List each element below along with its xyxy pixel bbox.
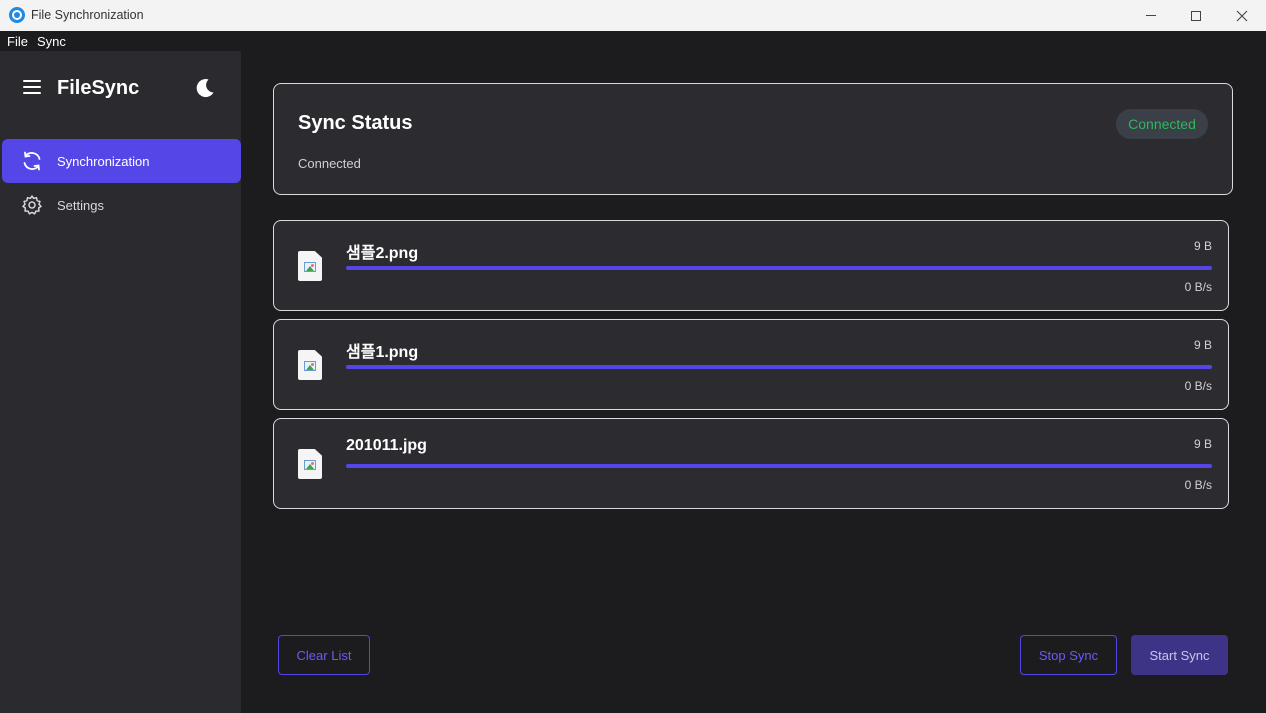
file-item: 샘플1.png 9 B 0 B/s — [273, 319, 1229, 410]
window-title: File Synchronization — [31, 8, 144, 22]
hamburger-menu-icon[interactable] — [23, 80, 41, 94]
image-file-icon — [298, 350, 322, 380]
sidebar-item-label: Settings — [57, 198, 104, 213]
progress-fill — [346, 365, 1212, 369]
start-sync-button[interactable]: Start Sync — [1131, 635, 1228, 675]
close-button[interactable] — [1219, 0, 1265, 31]
title-bar: File Synchronization — [0, 0, 1266, 31]
minimize-icon — [1146, 15, 1156, 16]
app-icon — [9, 7, 25, 23]
progress-bar — [346, 365, 1212, 369]
progress-fill — [346, 266, 1212, 270]
file-speed: 0 B/s — [1184, 478, 1212, 492]
sync-icon — [21, 150, 43, 172]
maximize-icon — [1191, 10, 1201, 21]
minimize-button[interactable] — [1128, 0, 1174, 31]
file-item: 201011.jpg 9 B 0 B/s — [273, 418, 1229, 509]
clear-list-button[interactable]: Clear List — [278, 635, 370, 675]
file-size: 9 B — [1193, 338, 1212, 352]
status-subtitle: Connected — [298, 156, 361, 171]
menu-bar: File Sync — [0, 31, 1266, 51]
progress-bar — [346, 266, 1212, 270]
file-size: 9 B — [1193, 437, 1212, 451]
image-file-icon — [298, 251, 322, 281]
menu-file[interactable]: File — [7, 34, 28, 49]
file-speed: 0 B/s — [1184, 280, 1212, 294]
gear-icon — [21, 194, 43, 216]
stop-sync-button[interactable]: Stop Sync — [1020, 635, 1117, 675]
close-icon — [1236, 10, 1248, 21]
file-size: 9 B — [1193, 239, 1212, 253]
sidebar-item-settings[interactable]: Settings — [2, 183, 241, 227]
file-speed: 0 B/s — [1184, 379, 1212, 393]
maximize-button[interactable] — [1173, 0, 1219, 31]
sync-status-card: Sync Status Connected Connected — [273, 83, 1233, 195]
file-name: 샘플1.png — [346, 344, 419, 361]
file-item: 샘플2.png 9 B 0 B/s — [273, 220, 1229, 311]
file-name: 201011.jpg — [346, 437, 427, 454]
sidebar-item-label: Synchronization — [57, 154, 150, 169]
file-name: 샘플2.png — [346, 245, 419, 262]
brand-title: FileSync — [57, 77, 140, 99]
progress-bar — [346, 464, 1212, 468]
sidebar-item-synchronization[interactable]: Synchronization — [2, 139, 241, 183]
progress-fill — [346, 464, 1212, 468]
status-title: Sync Status — [298, 112, 413, 134]
menu-sync[interactable]: Sync — [37, 34, 66, 49]
status-badge: Connected — [1116, 109, 1208, 139]
main-content: Sync Status Connected Connected 샘플2.png … — [241, 51, 1266, 713]
image-file-icon — [298, 449, 322, 479]
sidebar: FileSync Synchronization Settings — [0, 51, 241, 713]
dark-mode-toggle-icon[interactable] — [194, 77, 216, 99]
